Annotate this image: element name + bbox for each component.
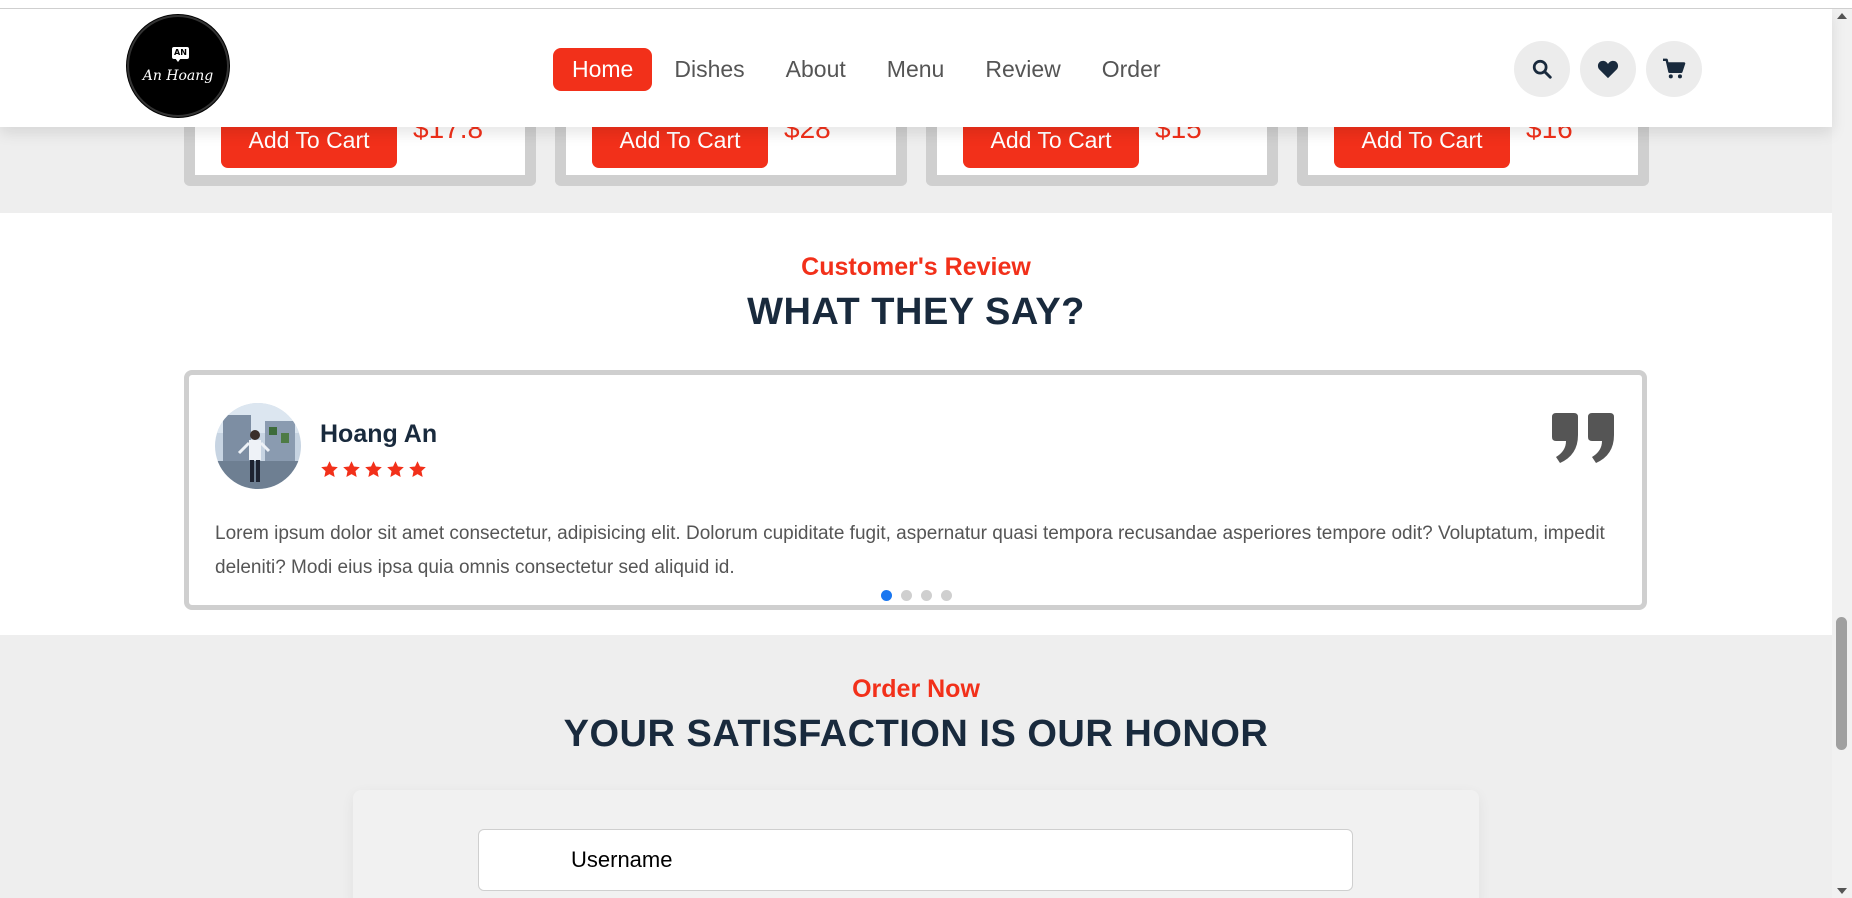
order-subtitle: Order Now (852, 675, 980, 703)
page-scrollbar[interactable] (1832, 9, 1852, 898)
review-subtitle: Customer's Review (801, 253, 1031, 281)
pagination-dot[interactable] (881, 590, 892, 601)
nav-order[interactable]: Order (1083, 48, 1180, 91)
search-button[interactable] (1514, 41, 1570, 97)
star-icon (365, 461, 382, 478)
avatar (215, 403, 301, 489)
search-icon (1532, 59, 1552, 79)
nav-home[interactable]: Home (553, 48, 653, 91)
reviewer-name: Hoang An (320, 420, 438, 448)
pagination-dot[interactable] (901, 590, 912, 601)
logo-badge: AN (172, 47, 189, 62)
nav-review[interactable]: Review (966, 48, 1079, 91)
order-form (353, 790, 1479, 898)
order-section: Order Now YOUR SATISFACTION IS OUR HONOR (0, 635, 1832, 898)
star-icon (321, 461, 338, 478)
star-icon (387, 461, 404, 478)
cart-button[interactable] (1646, 41, 1702, 97)
review-title: WHAT THEY SAY? (747, 291, 1085, 333)
pagination-dot[interactable] (921, 590, 932, 601)
wishlist-button[interactable] (1580, 41, 1636, 97)
nav-menu[interactable]: Menu (868, 48, 964, 91)
logo-text: An Hoang (142, 68, 214, 84)
carousel-pagination (881, 590, 952, 601)
review-text: Lorem ipsum dolor sit amet consectetur, … (215, 523, 1605, 578)
quote-icon (1552, 413, 1614, 463)
scrollbar-thumb[interactable] (1836, 617, 1847, 750)
review-section: Customer's Review WHAT THEY SAY? Hoang A… (0, 213, 1832, 635)
cart-icon (1663, 58, 1686, 79)
review-card: Hoang An Lorem ipsum dolor sit amet cons… (184, 370, 1647, 610)
browser-top-edge (0, 0, 1852, 9)
logo[interactable]: AN An Hoang (127, 15, 229, 117)
heart-icon (1597, 60, 1619, 79)
nav-about[interactable]: About (767, 48, 865, 91)
pagination-dot[interactable] (941, 590, 952, 601)
order-title: YOUR SATISFACTION IS OUR HONOR (563, 713, 1269, 755)
main-nav: Home Dishes About Menu Review Order (553, 48, 1183, 91)
star-icon (343, 461, 360, 478)
scroll-down-arrow-icon[interactable] (1837, 888, 1847, 894)
star-icon (409, 461, 426, 478)
nav-dishes[interactable]: Dishes (655, 48, 763, 91)
star-rating (320, 460, 427, 479)
username-input[interactable] (478, 829, 1353, 891)
site-header: AN An Hoang Home Dishes About Menu Revie… (0, 9, 1832, 127)
scroll-up-arrow-icon[interactable] (1837, 13, 1847, 19)
